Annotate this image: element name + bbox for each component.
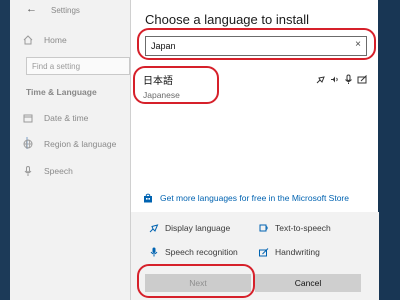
handwriting-icon bbox=[357, 75, 367, 84]
language-search-box: × bbox=[145, 36, 367, 56]
sidebar-item-home[interactable]: Home bbox=[10, 32, 130, 50]
sidebar-item-speech[interactable]: Speech bbox=[10, 163, 130, 181]
display-language-icon bbox=[149, 224, 159, 233]
desktop-background-right bbox=[378, 0, 400, 300]
settings-search-input[interactable]: Find a setting bbox=[26, 57, 130, 75]
settings-titlebar: ← Settings bbox=[10, 0, 130, 20]
sidebar-item-region-language[interactable]: Region & language bbox=[10, 136, 130, 154]
text-to-speech-icon bbox=[259, 224, 268, 232]
display-language-icon bbox=[316, 76, 325, 84]
store-bag-icon bbox=[144, 193, 152, 203]
language-feature-icons bbox=[315, 74, 371, 86]
sidebar-item-label: Date & time bbox=[44, 113, 89, 123]
handwriting-icon bbox=[259, 248, 269, 257]
text-to-speech-icon bbox=[331, 76, 338, 83]
store-link-text: Get more languages for free in the Micro… bbox=[160, 193, 349, 203]
section-heading: Time & Language bbox=[26, 87, 97, 97]
calendar-icon bbox=[23, 114, 33, 123]
sidebar-item-label: Region & language bbox=[44, 139, 117, 149]
desktop-background-left bbox=[0, 0, 10, 300]
language-english-name: Japanese bbox=[143, 90, 180, 100]
feature-label: Speech recognition bbox=[165, 247, 238, 257]
language-search-input[interactable] bbox=[146, 37, 346, 55]
settings-window-title: Settings bbox=[51, 6, 80, 15]
feature-label: Display language bbox=[165, 223, 231, 233]
sidebar-item-label: Home bbox=[44, 35, 67, 45]
speech-recognition-icon bbox=[345, 74, 352, 84]
microphone-icon bbox=[24, 166, 32, 176]
back-arrow-icon[interactable]: ← bbox=[26, 3, 37, 15]
cancel-button[interactable]: Cancel bbox=[255, 274, 361, 292]
dialog-title: Choose a language to install bbox=[145, 12, 310, 27]
language-native-name: 日本語 bbox=[143, 76, 173, 87]
feature-label: Handwriting bbox=[275, 247, 320, 257]
settings-window: ← Settings Home Find a setting Time & La… bbox=[10, 0, 130, 300]
feature-label: Text-to-speech bbox=[275, 223, 331, 233]
clear-search-icon[interactable]: × bbox=[355, 39, 361, 50]
globe-icon bbox=[23, 139, 33, 149]
language-list-item[interactable]: 日本語 Japanese bbox=[131, 64, 379, 108]
sidebar-item-date-time[interactable]: Date & time bbox=[10, 110, 130, 128]
next-button[interactable]: Next bbox=[145, 274, 251, 292]
home-icon bbox=[23, 35, 33, 45]
microphone-icon bbox=[150, 247, 158, 257]
sidebar-item-label: Speech bbox=[44, 166, 73, 176]
choose-language-dialog: Choose a language to install × 日本語 Japan… bbox=[130, 0, 379, 300]
